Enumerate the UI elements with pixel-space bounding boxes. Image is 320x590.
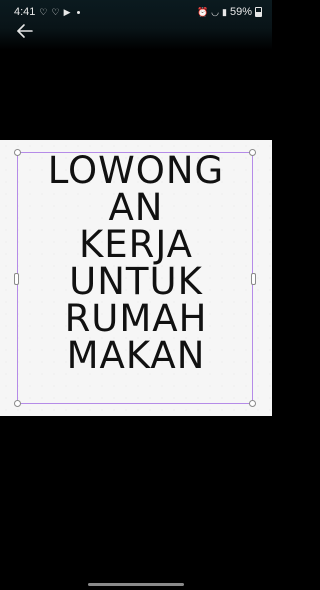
app-header	[0, 28, 272, 50]
status-right: ⏰ ◡ ▮ 59%	[197, 6, 262, 18]
home-indicator[interactable]	[88, 583, 184, 586]
status-bar: 4:41 ♡ ♡ ▶ ⏰ ◡ ▮ 59%	[0, 0, 272, 28]
alarm-icon: ⏰	[196, 6, 209, 17]
poster-line: UNTUK	[69, 260, 203, 303]
battery-icon	[255, 7, 262, 17]
status-left: 4:41 ♡ ♡ ▶	[14, 6, 80, 18]
media-panel[interactable]: LOWONG AN KERJA UNTUK RUMAH MAKAN	[0, 140, 272, 416]
heart-icon: ♡	[39, 6, 48, 17]
poster-line: KERJA	[79, 223, 193, 266]
youtube-icon: ▶	[63, 6, 71, 17]
wifi-icon: ◡	[211, 6, 220, 17]
poster-line: AN	[108, 186, 164, 229]
signal-icon: ▮	[222, 6, 227, 17]
back-button[interactable]	[14, 20, 36, 42]
poster-line: RUMAH	[64, 297, 208, 340]
arrow-left-icon	[17, 24, 33, 38]
heart-icon: ♡	[51, 6, 60, 17]
notification-dot-icon	[76, 10, 80, 14]
poster-line: MAKAN	[66, 334, 206, 377]
battery-percent: 59%	[229, 6, 252, 18]
poster-text: LOWONG AN KERJA UNTUK RUMAH MAKAN	[0, 140, 272, 416]
poster-line: LOWONG	[47, 149, 225, 192]
status-time: 4:41	[14, 6, 36, 18]
